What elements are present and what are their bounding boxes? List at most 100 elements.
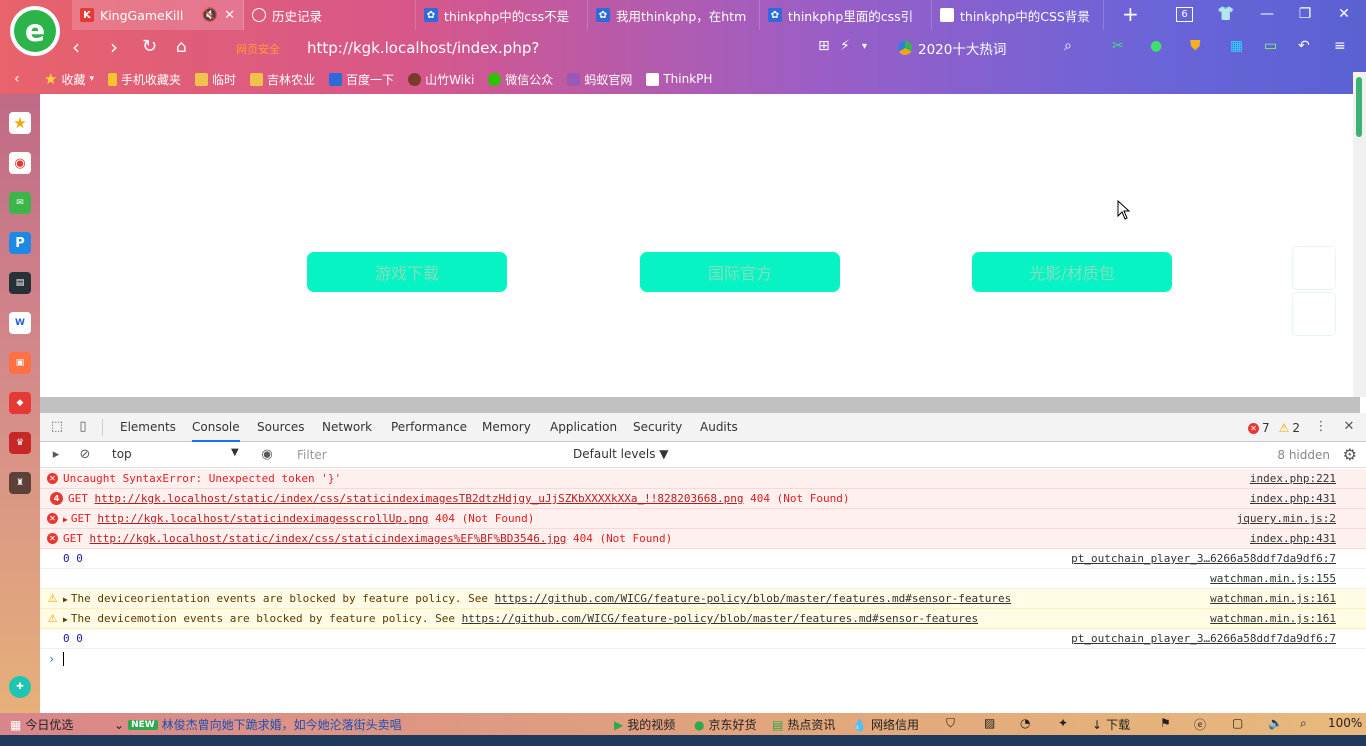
apps-icon[interactable]: ▦ [1230, 38, 1243, 54]
new-tab-button[interactable]: + [1122, 4, 1139, 24]
news-ticker[interactable]: ⌄ NEW 林俊杰曾向她下跪求婚，如今她沦落街头卖唱 [114, 716, 402, 733]
tab-audits[interactable]: Audits [700, 413, 738, 442]
error-count-badge[interactable]: ✕ 7 ⚠ 2 [1248, 421, 1300, 435]
flag-icon[interactable]: ⚑ [1160, 716, 1171, 730]
official-site-button[interactable]: 国际官方 [640, 252, 840, 292]
tab-kinggamekill[interactable]: K KingGameKill 🔇 ✕ [72, 0, 244, 30]
image-icon[interactable]: ▨ [984, 716, 995, 730]
more-options-icon[interactable]: ⋮ [1314, 420, 1328, 434]
shield-icon[interactable]: ⛉ [946, 716, 955, 731]
tab-baidu-2[interactable]: ✿ 我用thinkphp，在htm [588, 0, 760, 30]
close-window-icon[interactable]: ✕ [1334, 6, 1354, 22]
message-source-link[interactable]: index.php:431 [1250, 489, 1336, 509]
tab-sources[interactable]: Sources [257, 413, 304, 442]
tab-performance[interactable]: Performance [391, 413, 467, 442]
filter-input[interactable]: Filter [288, 446, 564, 464]
expand-arrow-icon[interactable]: ▶ [63, 615, 68, 624]
bookmark-baidu[interactable]: 百度一下 [329, 71, 394, 88]
menu-icon[interactable]: ≡ [1334, 38, 1346, 54]
weibo-icon[interactable]: ◉ [9, 152, 31, 174]
shield-icon[interactable]: ⛊ [1190, 38, 1201, 54]
volume-icon[interactable]: 🔈 [1268, 716, 1283, 730]
message-source-link[interactable]: watchman.min.js:155 [1210, 569, 1336, 589]
undo-icon[interactable]: ↶ [1298, 38, 1310, 54]
bookmark-ant[interactable]: 蚂蚁官网 [567, 71, 632, 88]
maximize-icon[interactable]: ❐ [1295, 6, 1315, 22]
gear-icon[interactable]: ⚙ [1343, 445, 1357, 464]
bookmark-favorites[interactable]: ★ 收藏 ▾ [44, 70, 94, 88]
message-link[interactable]: https://github.com/WICG/feature-policy/b… [495, 592, 1012, 605]
page-horizontal-scrollbar[interactable] [40, 397, 1360, 413]
bookmark-jilin[interactable]: 吉林农业 [250, 71, 315, 88]
minimize-icon[interactable]: — [1257, 6, 1277, 22]
mail-icon[interactable]: ✉ [9, 192, 31, 214]
window-icon[interactable]: ▢ [1232, 716, 1243, 730]
sidebar-toggle-icon[interactable]: ▸ [49, 448, 63, 462]
side-widget[interactable] [1292, 292, 1336, 336]
expand-arrow-icon[interactable]: ▶ [63, 595, 68, 604]
home-icon[interactable]: ⌂ [176, 36, 187, 58]
bookmark-wechat[interactable]: 微信公众 [488, 71, 553, 88]
forward-icon[interactable]: › [110, 36, 118, 58]
tab-doc[interactable]: thinkphp中的CSS背景 [932, 0, 1104, 30]
tab-network[interactable]: Network [322, 413, 372, 442]
bookmark-mobile[interactable]: 手机收藏夹 [108, 71, 181, 88]
back-icon[interactable]: ‹ [72, 36, 80, 58]
game-download-button[interactable]: 游戏下载 [307, 252, 507, 292]
star-icon[interactable]: ★ [9, 112, 31, 134]
novel-app-icon[interactable]: ▣ [9, 352, 31, 374]
credit[interactable]: 💧 网络信用 [852, 716, 919, 733]
chevron-down-icon[interactable]: ▾ [862, 41, 867, 52]
page-vertical-scrollbar[interactable] [1353, 72, 1366, 397]
news-app-icon[interactable]: ▤ [9, 272, 31, 294]
zoom-level[interactable]: 100% [1328, 716, 1362, 730]
pin-icon[interactable]: ✦ [1058, 716, 1068, 730]
browser-icon[interactable]: ⓔ [1194, 716, 1206, 733]
search-icon[interactable]: ⌕ [1064, 38, 1072, 54]
jd-goods[interactable]: ● 京东好货 [694, 716, 757, 733]
tab-console[interactable]: Console [192, 413, 240, 442]
download[interactable]: ↓ 下载 [1092, 716, 1130, 733]
message-link[interactable]: http://kgk.localhost/staticindeximagessc… [97, 512, 428, 525]
tab-application[interactable]: Application [550, 413, 617, 442]
close-devtools-icon[interactable]: ✕ [1342, 420, 1356, 434]
mute-icon[interactable]: 🔇 [202, 8, 218, 23]
tab-elements[interactable]: Elements [120, 413, 176, 442]
add-app-icon[interactable]: ✚ [9, 676, 31, 698]
side-widget[interactable] [1292, 246, 1336, 290]
hot-news[interactable]: ▤ 热点资讯 [772, 716, 835, 733]
zoom-search-icon[interactable]: ⌕ [1300, 716, 1307, 731]
address-bar[interactable]: http://kgk.localhost/index.php? [307, 39, 539, 57]
message-source-link[interactable]: index.php:221 [1250, 469, 1336, 489]
security-label[interactable]: 网页安全 [236, 41, 280, 57]
battery-icon[interactable]: ▭ [1264, 38, 1277, 54]
word-icon[interactable]: W [9, 312, 31, 334]
bookmark-temp[interactable]: 临时 [195, 71, 236, 88]
message-source-link[interactable]: jquery.min.js:2 [1237, 509, 1336, 529]
context-selector[interactable]: top [112, 447, 242, 463]
lightning-icon[interactable]: ⚡ [840, 38, 850, 54]
tab-security[interactable]: Security [633, 413, 682, 442]
tab-history[interactable]: 历史记录 [244, 0, 416, 30]
message-link[interactable]: http://kgk.localhost/static/index/css/st… [95, 492, 744, 505]
bookmark-wiki[interactable]: 山竹Wiki [408, 71, 474, 88]
bookmark-thinkphp[interactable]: ThinkPH [646, 72, 712, 86]
scroll-thumb[interactable] [1356, 77, 1362, 137]
message-source-link[interactable]: index.php:431 [1250, 529, 1336, 549]
device-toolbar-icon[interactable]: ▯ [76, 420, 90, 434]
tab-baidu-3[interactable]: ✿ thinkphp里面的css引 [760, 0, 932, 30]
my-videos[interactable]: ▶ 我的视频 [614, 716, 675, 733]
translate-icon[interactable]: ● [1150, 38, 1162, 54]
xiaohongshu-icon[interactable]: ◆ [9, 392, 31, 414]
scissors-icon[interactable]: ✂ [1112, 38, 1124, 54]
log-levels-dropdown[interactable]: Default levels ▼ [573, 447, 669, 461]
message-link[interactable]: https://github.com/WICG/feature-policy/b… [462, 612, 979, 625]
news-headline[interactable]: 林俊杰曾向她下跪求婚，如今她沦落街头卖唱 [162, 716, 402, 733]
close-icon[interactable]: ✕ [224, 8, 235, 23]
inspect-element-icon[interactable]: ⬚ [50, 420, 64, 434]
qr-icon[interactable]: ⊞ [818, 38, 830, 54]
message-source-link[interactable]: watchman.min.js:161 [1210, 609, 1336, 629]
tab-baidu-1[interactable]: ✿ thinkphp中的css不是 [416, 0, 588, 30]
message-source-link[interactable]: pt_outchain_player_3…6266a58ddf7da9df6:7 [1071, 549, 1336, 569]
hot-search[interactable]: 2020十大热词 [898, 38, 1006, 58]
